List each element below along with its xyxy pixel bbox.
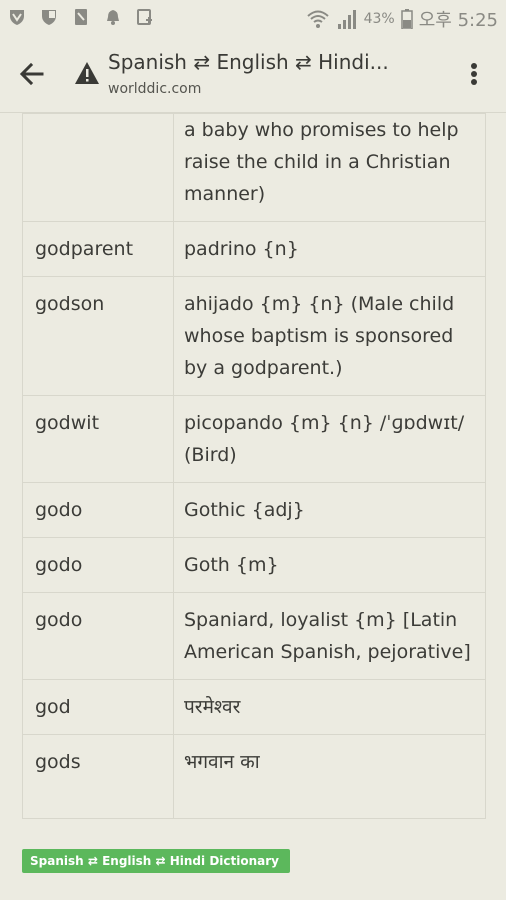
translation-cell: Gothic {adj} <box>173 482 486 538</box>
battery-icon <box>400 9 413 29</box>
translation-cell: परमेश्वर <box>173 679 486 735</box>
term-cell <box>22 113 174 222</box>
signal-icon <box>337 10 356 29</box>
sim-card-icon <box>75 9 87 25</box>
term-cell: gods <box>22 734 174 819</box>
page-url[interactable]: worlddic.com <box>108 81 201 97</box>
translation-cell: a baby who promises to help raise the ch… <box>173 113 486 222</box>
browser-toolbar: Spanish ⇄ English ⇄ Hindi... worlddic.co… <box>0 36 506 113</box>
term-cell: godwit <box>22 395 174 483</box>
table-row: godparent padrino {n} <box>22 221 486 277</box>
page-content: a baby who promises to help raise the ch… <box>0 113 506 900</box>
term-cell: godo <box>22 592 174 680</box>
table-row: godo Gothic {adj} <box>22 482 486 538</box>
notification-bell-icon <box>107 10 119 25</box>
status-bar: 43% 오후 5:25 <box>0 0 506 36</box>
term-cell: god <box>22 679 174 735</box>
translation-cell: padrino {n} <box>173 221 486 277</box>
translation-cell: Goth {m} <box>173 537 486 593</box>
wifi-icon <box>306 10 329 28</box>
overflow-menu-icon[interactable] <box>462 58 486 90</box>
shield-icon <box>42 10 56 25</box>
table-row: gods भगवान का <box>22 734 486 819</box>
term-cell: godo <box>22 537 174 593</box>
translation-cell: भगवान का <box>173 734 486 819</box>
term-cell: godo <box>22 482 174 538</box>
battery-percent: 43% <box>363 11 395 27</box>
page-title[interactable]: Spanish ⇄ English ⇄ Hindi... <box>108 50 408 74</box>
clock: 오후 5:25 <box>418 10 498 31</box>
dictionary-table: a baby who promises to help raise the ch… <box>22 113 486 819</box>
table-row: god परमेश्वर <box>22 679 486 735</box>
table-row: a baby who promises to help raise the ch… <box>22 113 486 222</box>
back-arrow-icon[interactable] <box>16 58 48 90</box>
term-cell: godson <box>22 276 174 396</box>
translation-cell: Spaniard, loyalist {m} [Latin American S… <box>173 592 486 680</box>
table-row: godo Spaniard, loyalist {m} [Latin Ameri… <box>22 592 486 680</box>
dictionary-badge[interactable]: Spanish ⇄ English ⇄ Hindi Dictionary <box>22 849 290 873</box>
vpn-shield-icon <box>10 10 24 25</box>
term-cell: godparent <box>22 221 174 277</box>
screenshot-icon <box>137 9 152 25</box>
table-row: godson ahijado {m} {n} (Male child whose… <box>22 276 486 396</box>
translation-cell: picopando {m} {n} /ˈɡɒdwɪt/ (Bird) <box>173 395 486 483</box>
translation-cell: ahijado {m} {n} (Male child whose baptis… <box>173 276 486 396</box>
table-row: godwit picopando {m} {n} /ˈɡɒdwɪt/ (Bird… <box>22 395 486 483</box>
table-row: godo Goth {m} <box>22 537 486 593</box>
warning-icon[interactable] <box>74 61 100 85</box>
